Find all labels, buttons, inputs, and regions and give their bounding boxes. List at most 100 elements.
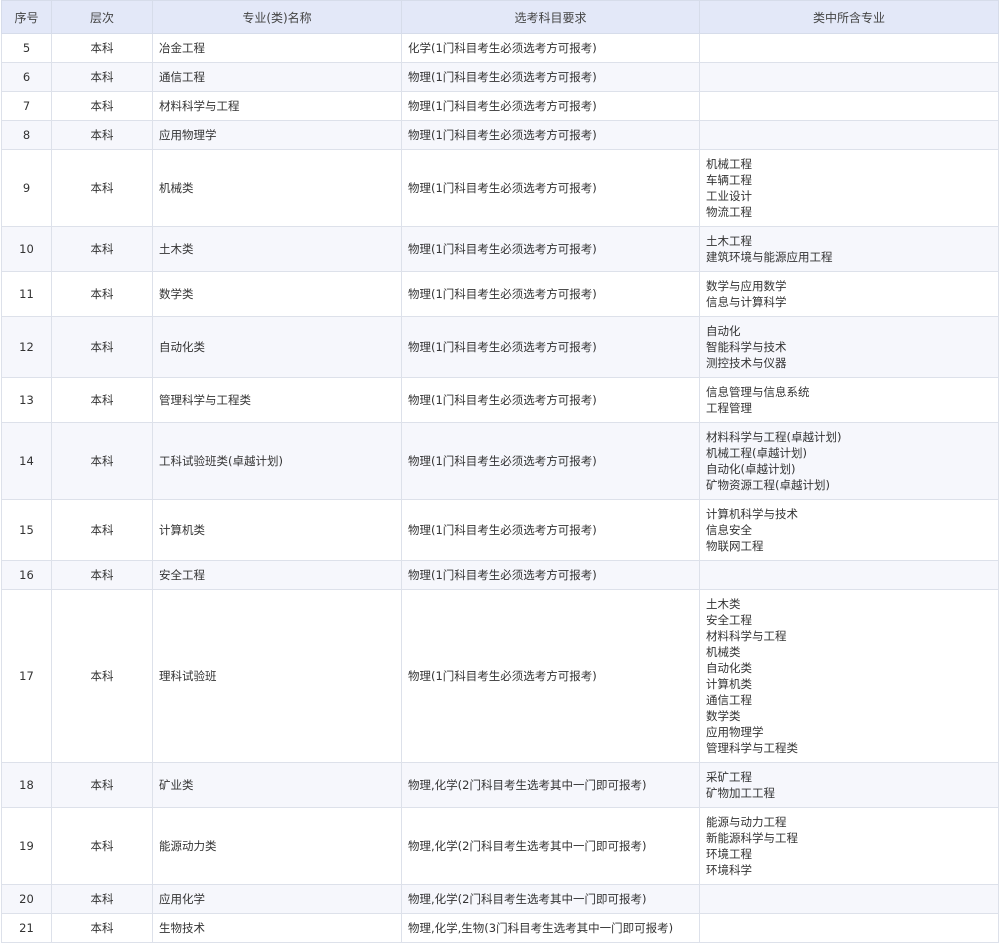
included-major-item: 土木工程 bbox=[706, 234, 752, 248]
requirement-cell: 物理(1门科目考生必须选考方可报考) bbox=[401, 91, 700, 121]
level-cell: 本科 bbox=[51, 884, 153, 914]
included-major-item: 能源与动力工程 bbox=[706, 815, 787, 829]
level-cell: 本科 bbox=[51, 762, 153, 808]
included-majors-cell: 机械工程 车辆工程 工业设计 物流工程 bbox=[699, 149, 999, 227]
included-major-item: 环境科学 bbox=[706, 863, 752, 877]
included-majors-cell bbox=[699, 560, 999, 590]
requirement-cell: 物理(1门科目考生必须选考方可报考) bbox=[401, 560, 700, 590]
included-major-item: 信息管理与信息系统 bbox=[706, 385, 810, 399]
level-cell: 本科 bbox=[51, 91, 153, 121]
included-major-item: 物联网工程 bbox=[706, 539, 764, 553]
included-major-item: 机械工程(卓越计划) bbox=[706, 446, 807, 460]
serial-cell: 19 bbox=[1, 807, 52, 885]
table-row: 14 本科 工科试验班类(卓越计划) 物理(1门科目考生必须选考方可报考) 材料科学与工… bbox=[1, 422, 999, 500]
included-major-item: 工业设计 bbox=[706, 189, 752, 203]
included-majors-cell: 土木类 安全工程 材料科学与工程 机械类 自动化类 计算机类 通信工程 数学类 应用物理学 管理科… bbox=[699, 589, 999, 763]
included-major-item: 工程管理 bbox=[706, 401, 752, 415]
included-majors-cell: 信息管理与信息系统 工程管理 bbox=[699, 377, 999, 423]
level-cell: 本科 bbox=[51, 499, 153, 561]
serial-cell: 18 bbox=[1, 762, 52, 808]
major-name-cell: 机械类 bbox=[152, 149, 402, 227]
level-cell: 本科 bbox=[51, 913, 153, 943]
major-name-cell: 理科试验班 bbox=[152, 589, 402, 763]
serial-cell: 15 bbox=[1, 499, 52, 561]
serial-cell: 12 bbox=[1, 316, 52, 378]
serial-cell: 8 bbox=[1, 120, 52, 150]
level-cell: 本科 bbox=[51, 316, 153, 378]
major-name-cell: 冶金工程 bbox=[152, 33, 402, 63]
requirement-cell: 物理(1门科目考生必须选考方可报考) bbox=[401, 149, 700, 227]
included-majors-cell bbox=[699, 33, 999, 63]
requirement-cell: 物理(1门科目考生必须选考方可报考) bbox=[401, 62, 700, 92]
level-cell: 本科 bbox=[51, 589, 153, 763]
table-row: 15 本科 计算机类 物理(1门科目考生必须选考方可报考) 计算机科学与技术 信息安全 物联… bbox=[1, 499, 999, 561]
table-row: 12 本科 自动化类 物理(1门科目考生必须选考方可报考) 自动化 智能科学与技术 测控技术… bbox=[1, 316, 999, 378]
requirement-cell: 物理(1门科目考生必须选考方可报考) bbox=[401, 589, 700, 763]
serial-cell: 5 bbox=[1, 33, 52, 63]
serial-cell: 16 bbox=[1, 560, 52, 590]
major-name-cell: 矿业类 bbox=[152, 762, 402, 808]
included-major-item: 机械类 bbox=[706, 645, 741, 659]
table-row: 11 本科 数学类 物理(1门科目考生必须选考方可报考) 数学与应用数学 信息与计算科学 bbox=[1, 271, 999, 317]
included-major-item: 自动化 bbox=[706, 324, 741, 338]
included-majors-cell: 采矿工程 矿物加工工程 bbox=[699, 762, 999, 808]
included-major-item: 通信工程 bbox=[706, 693, 752, 707]
requirement-cell: 物理(1门科目考生必须选考方可报考) bbox=[401, 377, 700, 423]
included-major-item: 测控技术与仪器 bbox=[706, 356, 787, 370]
level-cell: 本科 bbox=[51, 807, 153, 885]
included-majors-cell: 计算机科学与技术 信息安全物联网工程 bbox=[699, 499, 999, 561]
serial-cell: 13 bbox=[1, 377, 52, 423]
header-serial: 序号 bbox=[1, 0, 52, 34]
major-name-cell: 应用化学 bbox=[152, 884, 402, 914]
requirement-cell: 物理,化学(2门科目考生选考其中一门即可报考) bbox=[401, 807, 700, 885]
major-name-cell: 自动化类 bbox=[152, 316, 402, 378]
major-name-cell: 土木类 bbox=[152, 226, 402, 272]
included-major-item: 车辆工程 bbox=[706, 173, 752, 187]
requirement-cell: 化学(1门科目考生必须选考方可报考) bbox=[401, 33, 700, 63]
table-row: 17 本科 理科试验班 物理(1门科目考生必须选考方可报考) 土木类 安全工程 材料科学与工… bbox=[1, 589, 999, 763]
included-major-item: 土木类 bbox=[706, 597, 741, 611]
header-included-majors: 类中所含专业 bbox=[699, 0, 999, 34]
included-major-item: 信息与计算科学 bbox=[706, 295, 787, 309]
requirement-cell: 物理(1门科目考生必须选考方可报考) bbox=[401, 120, 700, 150]
included-major-item: 管理科学与工程类 bbox=[706, 741, 798, 755]
requirement-cell: 物理(1门科目考生必须选考方可报考) bbox=[401, 226, 700, 272]
serial-cell: 17 bbox=[1, 589, 52, 763]
level-cell: 本科 bbox=[51, 149, 153, 227]
serial-cell: 6 bbox=[1, 62, 52, 92]
included-major-item: 计算机科学与技术 bbox=[706, 507, 798, 521]
table-row: 8 本科 应用物理学 物理(1门科目考生必须选考方可报考) bbox=[1, 120, 999, 150]
table-row: 9 本科 机械类 物理(1门科目考生必须选考方可报考) 机械工程 车辆工程 工业设计 物流工程 bbox=[1, 149, 999, 227]
major-name-cell: 安全工程 bbox=[152, 560, 402, 590]
level-cell: 本科 bbox=[51, 271, 153, 317]
major-name-cell: 计算机类 bbox=[152, 499, 402, 561]
table-row: 18 本科 矿业类 物理,化学(2门科目考生选考其中一门即可报考) 采矿工程 矿物加工工程 bbox=[1, 762, 999, 808]
table-row: 21 本科 生物技术 物理,化学,生物(3门科目考生选考其中一门即可报考) bbox=[1, 913, 999, 943]
included-major-item: 自动化(卓越计划) bbox=[706, 462, 796, 476]
serial-cell: 20 bbox=[1, 884, 52, 914]
table-row: 19 本科 能源动力类 物理,化学(2门科目考生选考其中一门即可报考) 能源与动力工程新… bbox=[1, 807, 999, 885]
included-major-item: 采矿工程 bbox=[706, 770, 752, 784]
table-row: 20 本科 应用化学 物理,化学(2门科目考生选考其中一门即可报考) bbox=[1, 884, 999, 914]
header-subject-requirement: 选考科目要求 bbox=[401, 0, 700, 34]
serial-cell: 14 bbox=[1, 422, 52, 500]
included-major-item: 信息安全 bbox=[706, 523, 752, 537]
included-major-item: 新能源科学与工程 bbox=[706, 831, 798, 845]
header-row: 序号 层次 专业(类)名称 选考科目要求 类中所含专业 bbox=[1, 0, 999, 34]
level-cell: 本科 bbox=[51, 377, 153, 423]
major-name-cell: 能源动力类 bbox=[152, 807, 402, 885]
requirement-cell: 物理(1门科目考生必须选考方可报考) bbox=[401, 316, 700, 378]
level-cell: 本科 bbox=[51, 120, 153, 150]
level-cell: 本科 bbox=[51, 33, 153, 63]
serial-cell: 7 bbox=[1, 91, 52, 121]
included-majors-cell: 土木工程建筑环境与能源应用工程 bbox=[699, 226, 999, 272]
included-majors-cell: 材料科学与工程(卓越计划) 机械工程(卓越计划) 自动化(卓越计划) 矿物资源工程(卓… bbox=[699, 422, 999, 500]
requirement-cell: 物理,化学,生物(3门科目考生选考其中一门即可报考) bbox=[401, 913, 700, 943]
included-major-item: 建筑环境与能源应用工程 bbox=[706, 250, 833, 264]
included-major-item: 矿物资源工程(卓越计划) bbox=[706, 478, 830, 492]
table-row: 10 本科 土木类 物理(1门科目考生必须选考方可报考) 土木工程 建筑环境与能源应用工程 bbox=[1, 226, 999, 272]
included-major-item: 物流工程 bbox=[706, 205, 752, 219]
serial-cell: 21 bbox=[1, 913, 52, 943]
table-row: 16 本科 安全工程 物理(1门科目考生必须选考方可报考) bbox=[1, 560, 999, 590]
level-cell: 本科 bbox=[51, 226, 153, 272]
